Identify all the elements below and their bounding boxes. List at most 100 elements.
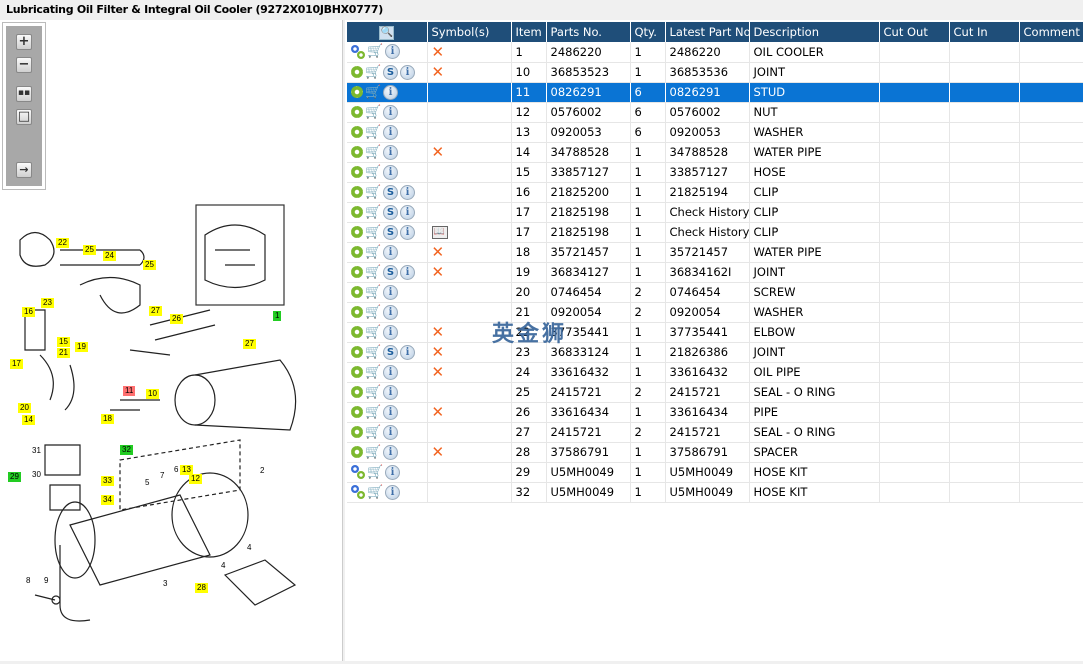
table-row[interactable]: 🛒 i 25 2415721 2 2415721 SEAL - O RING <box>347 382 1083 403</box>
callout-28[interactable]: 28 <box>195 583 208 593</box>
info-icon[interactable]: i <box>383 144 398 160</box>
info-icon[interactable]: i <box>400 224 415 240</box>
cart-icon[interactable]: 🛒 <box>365 186 381 199</box>
column-header-actions[interactable]: 🔍 <box>347 22 428 42</box>
gear-icon[interactable] <box>351 246 363 258</box>
callout-9[interactable]: 9 <box>42 576 50 586</box>
cart-icon[interactable]: 🛒 <box>365 266 381 279</box>
callout-14[interactable]: 14 <box>22 415 35 425</box>
callout-3[interactable]: 3 <box>161 579 169 589</box>
fit-button[interactable]: ▪▪ <box>16 86 32 102</box>
supersession-icon[interactable]: S <box>383 184 398 200</box>
table-row[interactable]: 🛒 i 21 0920054 2 0920054 WASHER <box>347 302 1083 323</box>
gear-icon[interactable] <box>351 286 363 298</box>
info-icon[interactable]: i <box>383 364 398 380</box>
table-row[interactable]: 🛒 i 29 U5MH0049 1 U5MH0049 HOSE KIT <box>347 462 1083 483</box>
cart-icon[interactable]: 🛒 <box>365 246 381 259</box>
table-row[interactable]: 🛒 i 32 U5MH0049 1 U5MH0049 HOSE KIT <box>347 482 1083 503</box>
callout-27[interactable]: 27 <box>243 339 256 349</box>
callout-1[interactable]: 1 <box>273 311 282 321</box>
cart-icon[interactable]: 🛒 <box>367 45 383 58</box>
info-icon[interactable]: i <box>383 404 398 420</box>
info-icon[interactable]: i <box>383 164 398 180</box>
gear-icon[interactable] <box>351 306 363 318</box>
column-header-cut-in[interactable]: Cut In <box>949 22 1020 42</box>
table-row[interactable]: 🛒 Si 17 21825198 1 Check History CLIP <box>347 202 1083 223</box>
table-row[interactable]: 🛒 Si ✕ 10 36853523 1 36853536 JOINT <box>347 62 1083 83</box>
info-icon[interactable]: i <box>385 44 400 60</box>
table-row[interactable]: 🛒 Si 📖 17 21825198 1 Check History CLIP <box>347 222 1083 243</box>
column-header-description[interactable]: Description <box>749 22 880 42</box>
info-icon[interactable]: i <box>383 324 398 340</box>
callout-31[interactable]: 31 <box>30 446 43 456</box>
table-row[interactable]: 🛒 Si ✕ 19 36834127 1 36834162I JOINT <box>347 262 1083 283</box>
callout-34[interactable]: 34 <box>101 495 114 505</box>
table-row[interactable]: 🛒 i 15 33857127 1 33857127 HOSE <box>347 162 1083 183</box>
gear-icon[interactable] <box>351 126 363 138</box>
callout-7[interactable]: 7 <box>158 471 166 481</box>
cart-icon[interactable]: 🛒 <box>367 486 383 499</box>
table-row[interactable]: 🛒 i 13 0920053 6 0920053 WASHER <box>347 122 1083 143</box>
callout-22[interactable]: 22 <box>56 238 69 248</box>
actual-size-button[interactable]: □ <box>16 109 32 125</box>
cart-icon[interactable]: 🛒 <box>365 346 381 359</box>
info-icon[interactable]: i <box>383 384 398 400</box>
gear-icon[interactable] <box>351 186 363 198</box>
gear-icon[interactable] <box>351 446 363 458</box>
info-icon[interactable]: i <box>385 464 400 480</box>
info-icon[interactable]: i <box>400 344 415 360</box>
callout-5[interactable]: 5 <box>143 478 151 488</box>
gears-icon[interactable] <box>351 44 365 59</box>
cart-icon[interactable]: 🛒 <box>365 326 381 339</box>
table-row[interactable]: 🛒 i ✕ 22 37735441 1 37735441 ELBOW <box>347 322 1083 343</box>
info-icon[interactable]: i <box>383 304 398 320</box>
callout-4[interactable]: 4 <box>219 561 227 571</box>
gear-icon[interactable] <box>351 166 363 178</box>
table-row[interactable]: 🛒 i 11 0826291 6 0826291 STUD <box>347 82 1083 103</box>
cart-icon[interactable]: 🛒 <box>365 226 381 239</box>
callout-11[interactable]: 11 <box>123 386 136 396</box>
table-row[interactable]: 🛒 i ✕ 1 2486220 1 2486220 OIL COOLER <box>347 42 1083 63</box>
info-icon[interactable]: i <box>400 264 415 280</box>
callout-25[interactable]: 25 <box>143 260 156 270</box>
column-header-symbols[interactable]: Symbol(s) <box>427 22 512 42</box>
cart-icon[interactable]: 🛒 <box>365 166 381 179</box>
supersession-icon[interactable]: S <box>383 64 398 80</box>
callout-27[interactable]: 27 <box>149 306 162 316</box>
supersession-icon[interactable]: S <box>383 344 398 360</box>
info-icon[interactable]: i <box>385 484 400 500</box>
cart-icon[interactable]: 🛒 <box>365 406 381 419</box>
table-row[interactable]: 🛒 i 20 0746454 2 0746454 SCREW <box>347 282 1083 303</box>
gears-icon[interactable] <box>351 465 365 479</box>
table-row[interactable]: 🛒 i ✕ 26 33616434 1 33616434 PIPE <box>347 402 1083 423</box>
callout-30[interactable]: 30 <box>30 470 43 480</box>
info-icon[interactable]: i <box>400 204 415 220</box>
table-row[interactable]: 🛒 i ✕ 18 35721457 1 35721457 WATER PIPE <box>347 242 1083 263</box>
export-button[interactable]: → <box>16 162 32 178</box>
cart-icon[interactable]: 🛒 <box>365 206 381 219</box>
callout-4[interactable]: 4 <box>245 543 253 553</box>
info-icon[interactable]: i <box>400 64 415 80</box>
book-search-icon[interactable]: 📖 <box>431 226 448 239</box>
table-row[interactable]: 🛒 i ✕ 28 37586791 1 37586791 SPACER <box>347 442 1083 463</box>
search-catalog-icon[interactable]: 🔍 <box>379 26 395 40</box>
column-header-latest-part-no[interactable]: Latest Part No. <box>665 22 750 42</box>
callout-8[interactable]: 8 <box>24 576 32 586</box>
cart-icon[interactable]: 🛒 <box>365 446 381 459</box>
gear-icon[interactable] <box>351 326 363 338</box>
cart-icon[interactable]: 🛒 <box>365 106 381 119</box>
column-header-cut-out[interactable]: Cut Out <box>879 22 950 42</box>
gear-icon[interactable] <box>351 406 363 418</box>
table-row[interactable]: 🛒 Si 16 21825200 1 21825194 CLIP <box>347 182 1083 203</box>
callout-26[interactable]: 26 <box>170 314 183 324</box>
callout-17[interactable]: 17 <box>10 359 23 369</box>
cart-icon[interactable]: 🛒 <box>365 366 381 379</box>
supersession-icon[interactable]: S <box>383 224 398 240</box>
column-header-item[interactable]: Item <box>511 22 547 42</box>
callout-32[interactable]: 32 <box>120 445 133 455</box>
gear-icon[interactable] <box>351 66 363 78</box>
supersession-icon[interactable]: S <box>383 204 398 220</box>
cart-icon[interactable]: 🛒 <box>365 386 381 399</box>
callout-20[interactable]: 20 <box>18 403 31 413</box>
info-icon[interactable]: i <box>383 444 398 460</box>
